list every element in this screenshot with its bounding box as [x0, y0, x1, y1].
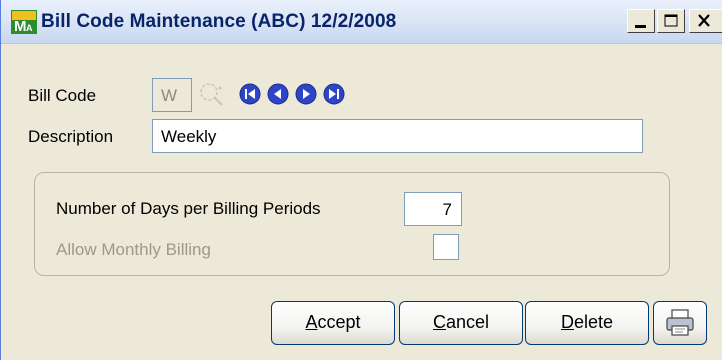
delete-button[interactable]: Delete [525, 301, 649, 345]
billing-options-group [34, 172, 670, 276]
nav-last-icon[interactable] [323, 83, 345, 105]
printer-icon [666, 309, 694, 336]
svg-text:M: M [14, 18, 27, 34]
bill-code-field[interactable]: W [152, 78, 192, 112]
close-button[interactable] [689, 9, 722, 33]
accept-mnemonic: A [305, 312, 318, 332]
nav-next-icon[interactable] [295, 83, 317, 105]
cancel-mnemonic: C [432, 312, 446, 332]
nav-previous-icon[interactable] [267, 83, 289, 105]
close-icon [698, 14, 710, 27]
delete-mnemonic: D [560, 312, 574, 332]
cancel-label-rest: ancel [445, 312, 490, 332]
delete-label-rest: elete [573, 312, 614, 332]
svg-text:A: A [26, 23, 33, 33]
bill-code-maintenance-window: M A Bill Code Maintenance (ABC) 12/2/200… [0, 0, 722, 360]
print-button[interactable] [653, 301, 707, 345]
accept-button[interactable]: Accept [271, 301, 395, 345]
description-label: Description [28, 127, 114, 146]
nav-first-icon[interactable] [239, 83, 261, 105]
days-per-billing-field[interactable]: 7 [404, 192, 462, 226]
days-per-billing-label: Number of Days per Billing Periods [56, 199, 321, 218]
minimize-button[interactable] [627, 9, 655, 33]
app-icon: M A [11, 10, 37, 34]
bill-code-label: Bill Code [28, 86, 97, 105]
description-field[interactable]: Weekly [152, 119, 643, 153]
minimize-icon [635, 25, 646, 28]
title-bar[interactable]: M A Bill Code Maintenance (ABC) 12/2/200… [1, 0, 722, 44]
allow-monthly-billing-label: Allow Monthly Billing [56, 240, 211, 259]
window-title: Bill Code Maintenance (ABC) 12/2/2008 [41, 11, 397, 32]
lookup-icon[interactable] [198, 80, 234, 110]
allow-monthly-billing-checkbox[interactable] [433, 234, 459, 260]
maximize-button[interactable] [657, 9, 685, 33]
accept-label-rest: ccept [317, 312, 361, 332]
cancel-button[interactable]: Cancel [399, 301, 523, 345]
maximize-icon [664, 14, 678, 27]
